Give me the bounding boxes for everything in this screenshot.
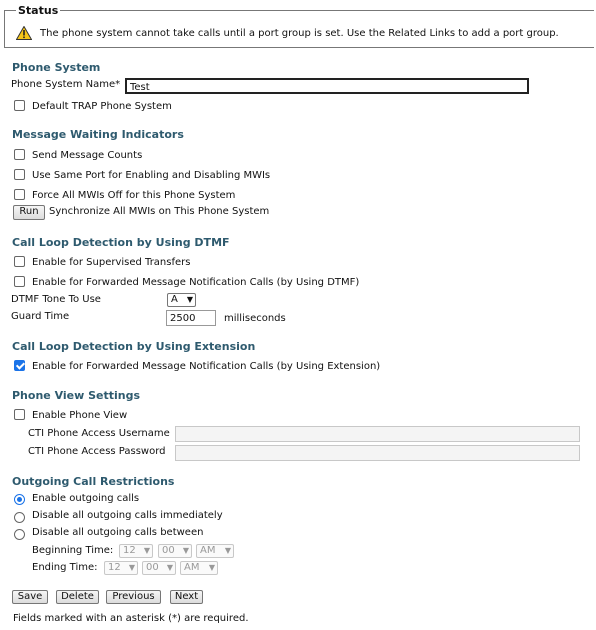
same-port-checkbox[interactable]	[14, 169, 25, 180]
cti-password-label: CTI Phone Access Password	[28, 446, 166, 457]
dtmf-forwarded-checkbox[interactable]	[14, 276, 25, 287]
send-counts-checkbox[interactable]	[14, 149, 25, 160]
required-fields-note: Fields marked with an asterisk (*) are r…	[13, 613, 249, 624]
chevron-down-icon: ▼	[143, 546, 150, 555]
disable-now-label: Disable all outgoing calls immediately	[32, 510, 223, 521]
end-hour-select[interactable]: 12 ▼	[104, 561, 138, 575]
dtmf-tone-label: DTMF Tone To Use	[11, 294, 101, 305]
end-ampm-select[interactable]: AM ▼	[180, 561, 218, 575]
chevron-down-icon: ▼	[166, 563, 173, 572]
previous-button[interactable]: Previous	[106, 590, 161, 604]
supervised-transfers-checkbox[interactable]	[14, 256, 25, 267]
supervised-transfers-label: Enable for Supervised Transfers	[32, 257, 191, 268]
disable-between-label: Disable all outgoing calls between	[32, 527, 204, 538]
enable-phone-view-label: Enable Phone View	[32, 410, 128, 421]
dtmf-title: Call Loop Detection by Using DTMF	[12, 236, 230, 249]
force-off-checkbox[interactable]	[14, 189, 25, 200]
sync-label: Synchronize All MWIs on This Phone Syste…	[49, 206, 270, 217]
status-legend: Status	[16, 4, 61, 17]
disable-now-radio[interactable]	[14, 512, 25, 523]
end-minute-value: 00	[146, 562, 159, 573]
warning-icon	[16, 26, 32, 40]
send-counts-label: Send Message Counts	[32, 150, 143, 161]
run-button[interactable]: Run	[13, 205, 45, 220]
extension-title: Call Loop Detection by Using Extension	[12, 340, 256, 353]
end-ampm-value: AM	[184, 562, 200, 573]
phone-system-title: Phone System	[12, 61, 101, 74]
outgoing-title: Outgoing Call Restrictions	[12, 475, 175, 488]
end-minute-select[interactable]: 00 ▼	[142, 561, 176, 575]
enable-outgoing-radio[interactable]	[14, 494, 25, 505]
begin-ampm-select[interactable]: AM ▼	[196, 544, 234, 558]
begin-minute-value: 00	[162, 545, 175, 556]
delete-button[interactable]: Delete	[56, 590, 99, 604]
mwi-title: Message Waiting Indicators	[12, 128, 184, 141]
force-off-label: Force All MWIs Off for this Phone System	[32, 190, 236, 201]
cti-password-input[interactable]	[175, 445, 580, 461]
phone-view-title: Phone View Settings	[12, 389, 141, 402]
extension-forwarded-checkbox[interactable]	[14, 360, 25, 371]
enable-outgoing-label: Enable outgoing calls	[32, 493, 140, 504]
disable-between-radio[interactable]	[14, 529, 25, 540]
chevron-down-icon: ▼	[224, 546, 231, 555]
phone-system-name-label: Phone System Name*	[11, 79, 121, 90]
extension-forwarded-label: Enable for Forwarded Message Notificatio…	[32, 361, 381, 372]
guard-time-label: Guard Time	[11, 311, 70, 322]
next-button[interactable]: Next	[170, 590, 203, 604]
begin-hour-select[interactable]: 12 ▼	[119, 544, 153, 558]
status-message: The phone system cannot take calls until…	[40, 28, 559, 39]
same-port-label: Use Same Port for Enabling and Disabling…	[32, 170, 271, 181]
ending-time-label: Ending Time:	[32, 562, 98, 573]
default-trap-label: Default TRAP Phone System	[32, 101, 172, 112]
dtmf-tone-select[interactable]: A ▼	[167, 293, 196, 307]
begin-hour-value: 12	[123, 545, 136, 556]
enable-phone-view-checkbox[interactable]	[14, 409, 25, 420]
save-button[interactable]: Save	[12, 590, 48, 604]
guard-time-unit: milliseconds	[224, 313, 286, 324]
dtmf-forwarded-label: Enable for Forwarded Message Notificatio…	[32, 277, 360, 288]
chevron-down-icon: ▼	[128, 563, 135, 572]
default-trap-checkbox[interactable]	[14, 100, 25, 111]
phone-system-name-input[interactable]: Test	[125, 78, 529, 94]
dtmf-tone-value: A	[171, 294, 178, 305]
cti-username-label: CTI Phone Access Username	[28, 428, 170, 439]
chevron-down-icon: ▼	[182, 546, 189, 555]
end-hour-value: 12	[108, 562, 121, 573]
chevron-down-icon: ▼	[208, 563, 215, 572]
beginning-time-label: Beginning Time:	[32, 545, 114, 556]
chevron-down-icon: ▼	[186, 295, 193, 304]
footer: Fields marked with an asterisk (*) are r…	[0, 613, 596, 630]
guard-time-input[interactable]: 2500	[166, 310, 216, 326]
begin-minute-select[interactable]: 00 ▼	[158, 544, 192, 558]
begin-ampm-value: AM	[200, 545, 216, 556]
cti-username-input[interactable]	[175, 426, 580, 442]
